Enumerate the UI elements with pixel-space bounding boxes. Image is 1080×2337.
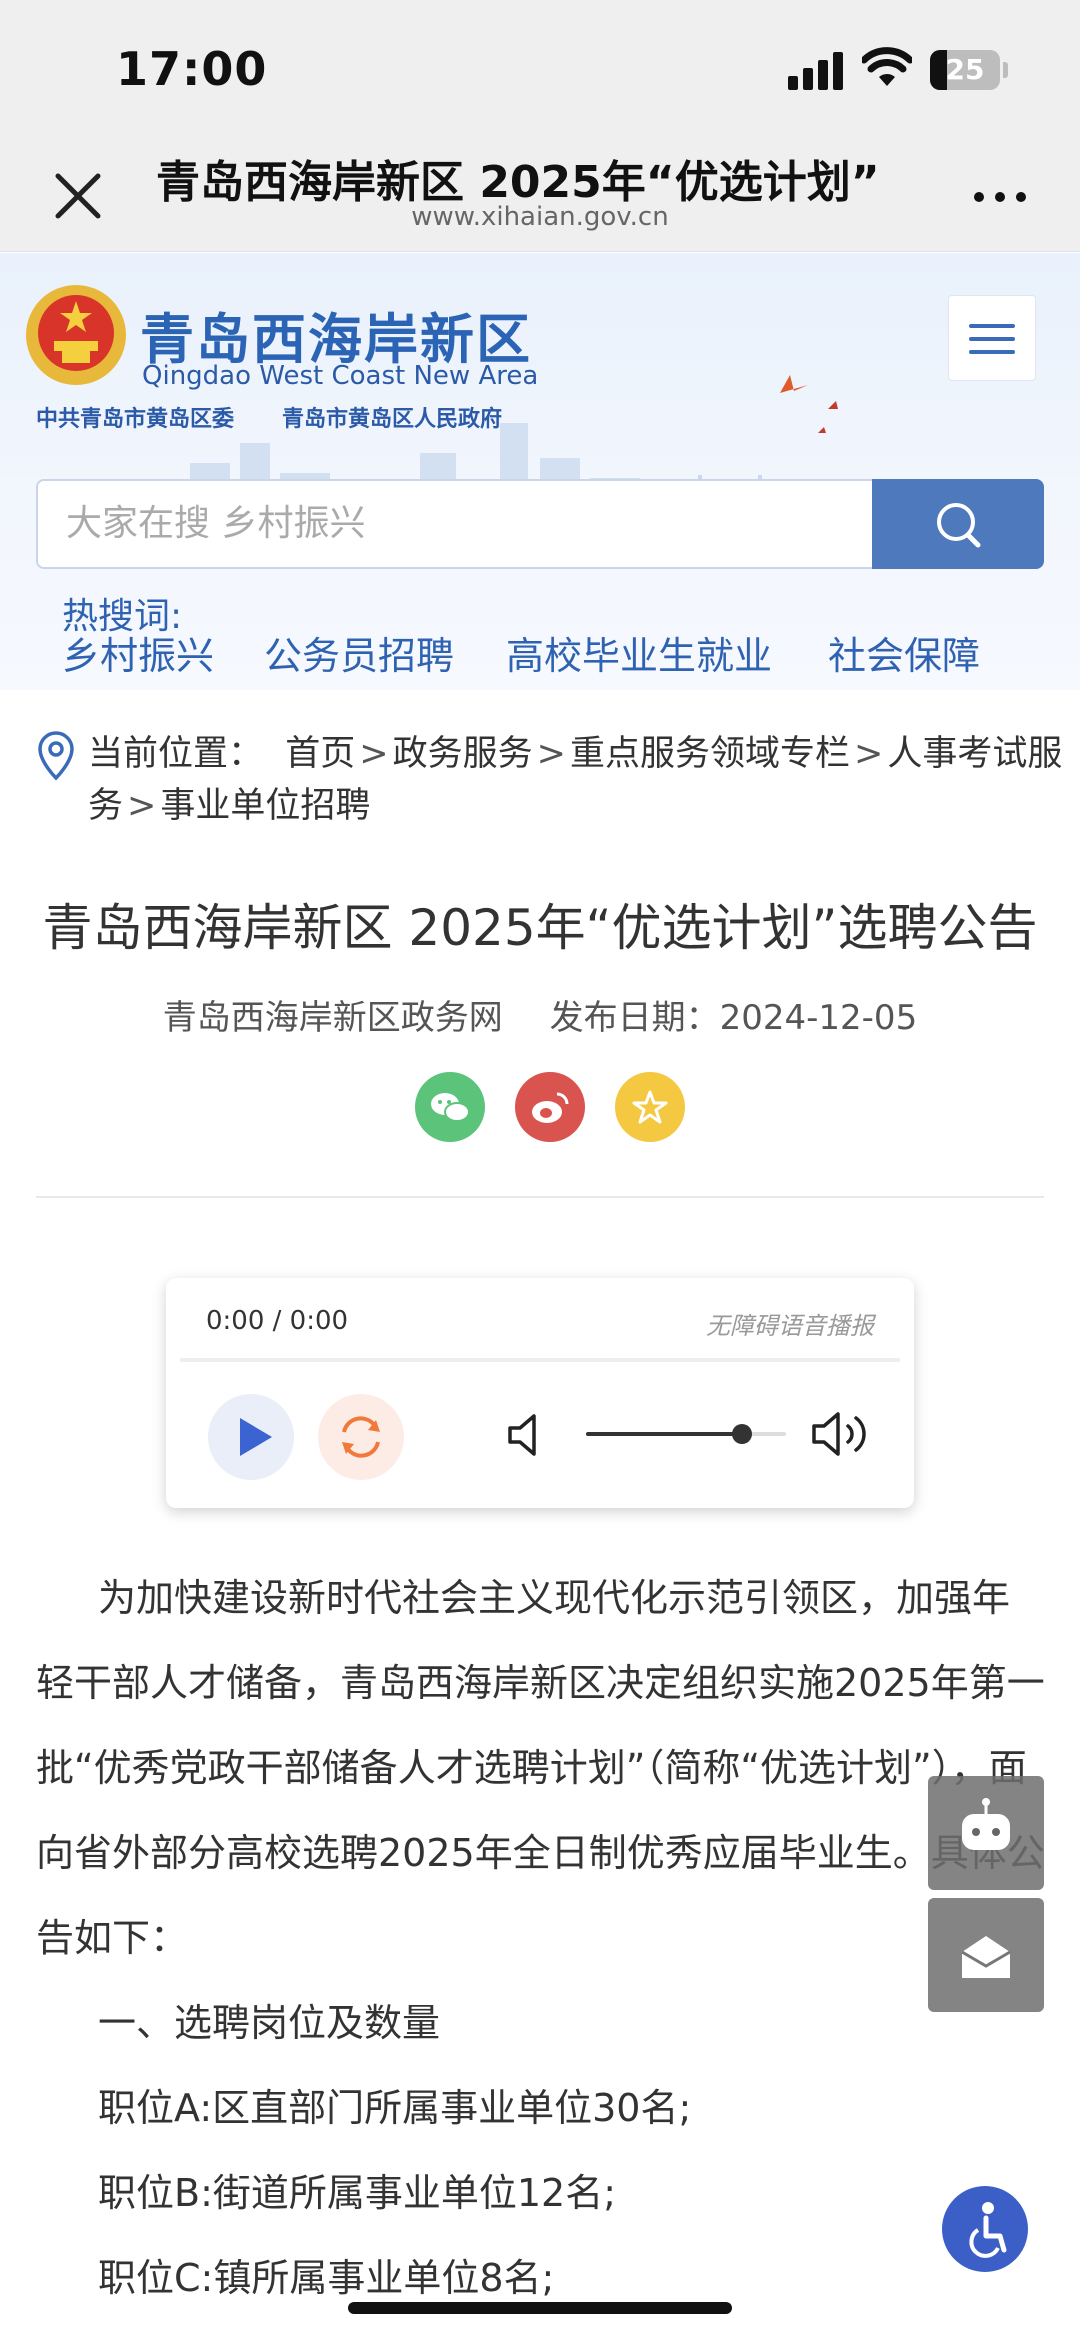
org-government: 青岛市黄岛区人民政府 bbox=[282, 407, 503, 432]
body-paragraph: 为加快建设新时代社会主义现代化示范引领区，加强年轻干部人才储备，青岛西海岸新区决… bbox=[36, 1576, 1045, 1960]
volume-knob[interactable] bbox=[732, 1424, 752, 1444]
breadcrumb-trail: 当前位置： 首页 > 政务服务 > 重点服务领域专栏 > 人事考试服务 > 事业单位招聘 bbox=[88, 728, 1068, 832]
play-icon bbox=[240, 1418, 272, 1456]
star-icon bbox=[632, 1090, 668, 1124]
volume-level bbox=[586, 1432, 742, 1436]
article-date: 发布日期：2024-12-05 bbox=[549, 998, 918, 1038]
loop-icon bbox=[342, 1416, 380, 1458]
breadcrumb-item-home[interactable]: 首页 bbox=[285, 734, 355, 774]
browser-title: 青岛西海岸新区 2025年“优选计划” bbox=[156, 157, 880, 208]
status-time: 17:00 bbox=[116, 42, 268, 96]
hot-search-item[interactable]: 乡村振兴 bbox=[62, 625, 214, 680]
national-emblem-logo bbox=[26, 285, 126, 385]
wifi-icon bbox=[862, 47, 912, 86]
wechat-icon bbox=[431, 1093, 470, 1122]
weibo-icon bbox=[532, 1092, 569, 1123]
accessibility-button[interactable] bbox=[942, 2186, 1028, 2272]
breadcrumb-separator: > bbox=[853, 734, 884, 774]
search-button[interactable] bbox=[872, 479, 1044, 569]
share-favorite-button[interactable] bbox=[615, 1072, 685, 1142]
site-name-en: Qingdao West Coast New Area bbox=[142, 361, 539, 391]
volume-high-icon[interactable] bbox=[810, 1406, 870, 1462]
article-meta: 青岛西海岸新区政务网 发布日期：2024-12-05 bbox=[0, 990, 1080, 1039]
status-bar: 17:00 25 bbox=[0, 0, 1080, 140]
hot-search-item[interactable]: 社会保障 bbox=[828, 625, 980, 680]
hot-search-item[interactable]: 高校毕业生就业 bbox=[506, 625, 772, 680]
position-item: 职位A:区直部门所属事业单位30名; bbox=[98, 2086, 692, 2130]
search-input[interactable]: 大家在搜 乡村振兴 bbox=[36, 479, 874, 569]
battery-icon: 25 bbox=[930, 50, 1000, 90]
player-time: 0:00 / 0:00 bbox=[206, 1306, 349, 1336]
breadcrumb-item-government-services[interactable]: 政务服务 bbox=[393, 734, 533, 774]
article-title: 青岛西海岸新区 2025年“优选计划”选聘公告 bbox=[42, 899, 1038, 957]
position-item: 职位B:街道所属事业单位12名; bbox=[98, 2171, 617, 2215]
play-button[interactable] bbox=[208, 1394, 294, 1480]
share-weibo-button[interactable] bbox=[515, 1072, 585, 1142]
article-body: 为加快建设新时代社会主义现代化示范引领区，加强年轻干部人才储备，青岛西海岸新区决… bbox=[36, 1556, 1046, 2321]
breadcrumb-item-key-service-areas[interactable]: 重点服务领域专栏 bbox=[570, 734, 850, 774]
breadcrumb-label: 当前位置： bbox=[88, 734, 264, 774]
breadcrumb-separator: > bbox=[359, 734, 389, 774]
player-label: 无障碍语音播报 bbox=[706, 1312, 874, 1340]
cellular-signal-icon bbox=[788, 52, 844, 90]
robot-icon bbox=[962, 1798, 1010, 1850]
loop-button[interactable] bbox=[318, 1394, 404, 1480]
search-bar: 大家在搜 乡村振兴 bbox=[36, 479, 1044, 569]
ai-assistant-button[interactable] bbox=[928, 1776, 1044, 1890]
breadcrumb-item-public-institution-recruitment[interactable]: 事业单位招聘 bbox=[160, 786, 370, 826]
section-heading: 一、选聘岗位及数量 bbox=[98, 2001, 441, 2045]
org-party: 中共青岛市黄岛区委 bbox=[36, 407, 235, 432]
divider bbox=[36, 1196, 1044, 1198]
share-wechat-button[interactable] bbox=[415, 1072, 485, 1142]
location-pin-icon bbox=[38, 731, 74, 781]
battery-tip bbox=[1003, 62, 1008, 78]
inbox-icon bbox=[961, 1936, 1011, 1978]
site-header: 青岛西海岸新区 Qingdao West Coast New Area 中共青岛… bbox=[0, 253, 1080, 690]
player-divider bbox=[180, 1358, 900, 1362]
browser-url: www.xihaian.gov.cn bbox=[411, 202, 669, 232]
home-indicator bbox=[348, 2302, 732, 2314]
more-options-icon[interactable] bbox=[970, 176, 1030, 216]
article-source: 青岛西海岸新区政务网 bbox=[162, 998, 503, 1038]
volume-slider[interactable] bbox=[586, 1424, 786, 1444]
battery-level: 25 bbox=[945, 53, 985, 86]
accessibility-icon bbox=[969, 2202, 1007, 2258]
browser-nav-bar: 青岛西海岸新区 2025年“优选计划” www.xihaian.gov.cn bbox=[0, 140, 1080, 252]
audio-player: 0:00 / 0:00 无障碍语音播报 bbox=[166, 1278, 914, 1508]
breadcrumb-separator: > bbox=[127, 786, 157, 826]
menu-button[interactable] bbox=[948, 295, 1036, 381]
volume-low-icon[interactable] bbox=[506, 1410, 546, 1460]
message-inbox-button[interactable] bbox=[928, 1898, 1044, 2012]
breadcrumb-separator: > bbox=[536, 734, 566, 774]
search-icon bbox=[937, 503, 981, 548]
hot-search-item[interactable]: 公务员招聘 bbox=[264, 625, 454, 680]
